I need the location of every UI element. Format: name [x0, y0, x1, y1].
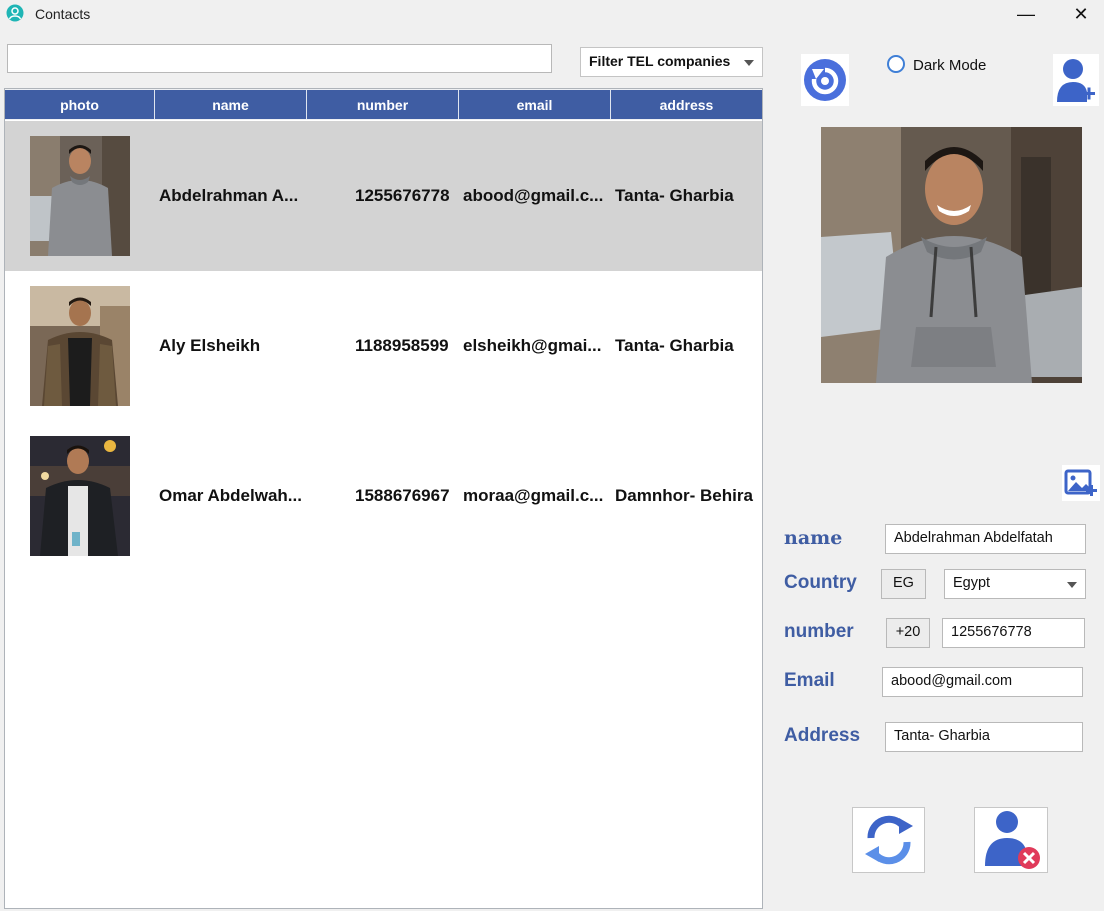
contact-photo-large: [821, 127, 1082, 383]
contact-name: Abdelrahman A...: [159, 186, 299, 205]
email-label: Email: [784, 670, 835, 691]
contact-address: Damnhor- Behira: [615, 486, 753, 505]
column-header-name[interactable]: name: [155, 90, 307, 119]
filter-dropdown-label: Filter TEL companies: [589, 53, 731, 69]
contact-email: abood@gmail.c...: [463, 186, 604, 205]
window-title: Contacts: [35, 6, 91, 22]
number-label: number: [784, 621, 854, 642]
delete-user-icon: [985, 811, 1040, 869]
contacts-app-icon: [6, 4, 24, 22]
filter-dropdown[interactable]: Filter TEL companies: [580, 47, 763, 77]
contact-address: Tanta- Gharbia: [615, 186, 734, 205]
name-field[interactable]: Abdelrahman Abdelfatah: [885, 524, 1086, 554]
dark-mode-radio[interactable]: [887, 55, 905, 73]
column-header-number[interactable]: number: [307, 90, 459, 119]
address-label: Address: [784, 725, 861, 746]
country-code-field: EG: [881, 569, 926, 599]
minimize-button[interactable]: —: [1003, 0, 1049, 28]
grid-header: photo name number email address: [5, 89, 762, 120]
email-field[interactable]: abood@gmail.com: [882, 667, 1083, 697]
column-header-address[interactable]: address: [611, 90, 762, 119]
add-contact-button[interactable]: [1053, 54, 1099, 106]
country-label: Country: [784, 572, 857, 593]
chevron-down-icon: [744, 60, 754, 66]
close-button[interactable]: ✕: [1058, 0, 1104, 28]
table-row[interactable]: Abdelrahman A... 1255676778 abood@gmail.…: [5, 121, 762, 271]
contact-name: Omar Abdelwah...: [159, 486, 302, 505]
refresh-icon: [804, 59, 846, 101]
contact-number: 1188958599: [355, 336, 449, 355]
add-image-icon: [1064, 469, 1097, 496]
dark-mode-label: Dark Mode: [913, 57, 987, 74]
contact-photo: [30, 286, 130, 406]
update-icon: [864, 815, 913, 865]
contact-number: 1255676778: [355, 186, 450, 205]
contact-email: moraa@gmail.c...: [463, 486, 604, 505]
column-header-email[interactable]: email: [459, 90, 611, 119]
search-input[interactable]: [7, 44, 552, 73]
column-header-photo[interactable]: photo: [5, 90, 155, 119]
contacts-grid[interactable]: photo name number email address Abdelrah…: [4, 88, 763, 909]
address-field[interactable]: Tanta- Gharbia: [885, 722, 1083, 752]
delete-contact-button[interactable]: [974, 807, 1048, 873]
contact-email: elsheikh@gmai...: [463, 336, 602, 355]
table-row[interactable]: Aly Elsheikh 1188958599 elsheikh@gmai...…: [5, 271, 762, 421]
add-user-icon: [1057, 59, 1095, 102]
contact-name: Aly Elsheikh: [159, 336, 261, 355]
contact-photo: [30, 436, 130, 556]
add-image-button[interactable]: [1062, 465, 1100, 501]
contact-address: Tanta- Gharbia: [615, 336, 734, 355]
contact-number: 1588676967: [355, 486, 450, 505]
country-dropdown[interactable]: Egypt: [944, 569, 1086, 599]
title-bar: [0, 0, 1104, 30]
contact-photo: [30, 136, 130, 256]
country-dropdown-value: Egypt: [953, 575, 991, 591]
name-label: name: [784, 527, 843, 549]
update-contact-button[interactable]: [852, 807, 925, 873]
reset-button[interactable]: [801, 54, 849, 106]
table-row[interactable]: Omar Abdelwah... 1588676967 moraa@gmail.…: [5, 421, 762, 571]
number-field[interactable]: 1255676778: [942, 618, 1085, 648]
dial-code-field: +20: [886, 618, 930, 648]
chevron-down-icon: [1067, 582, 1077, 588]
